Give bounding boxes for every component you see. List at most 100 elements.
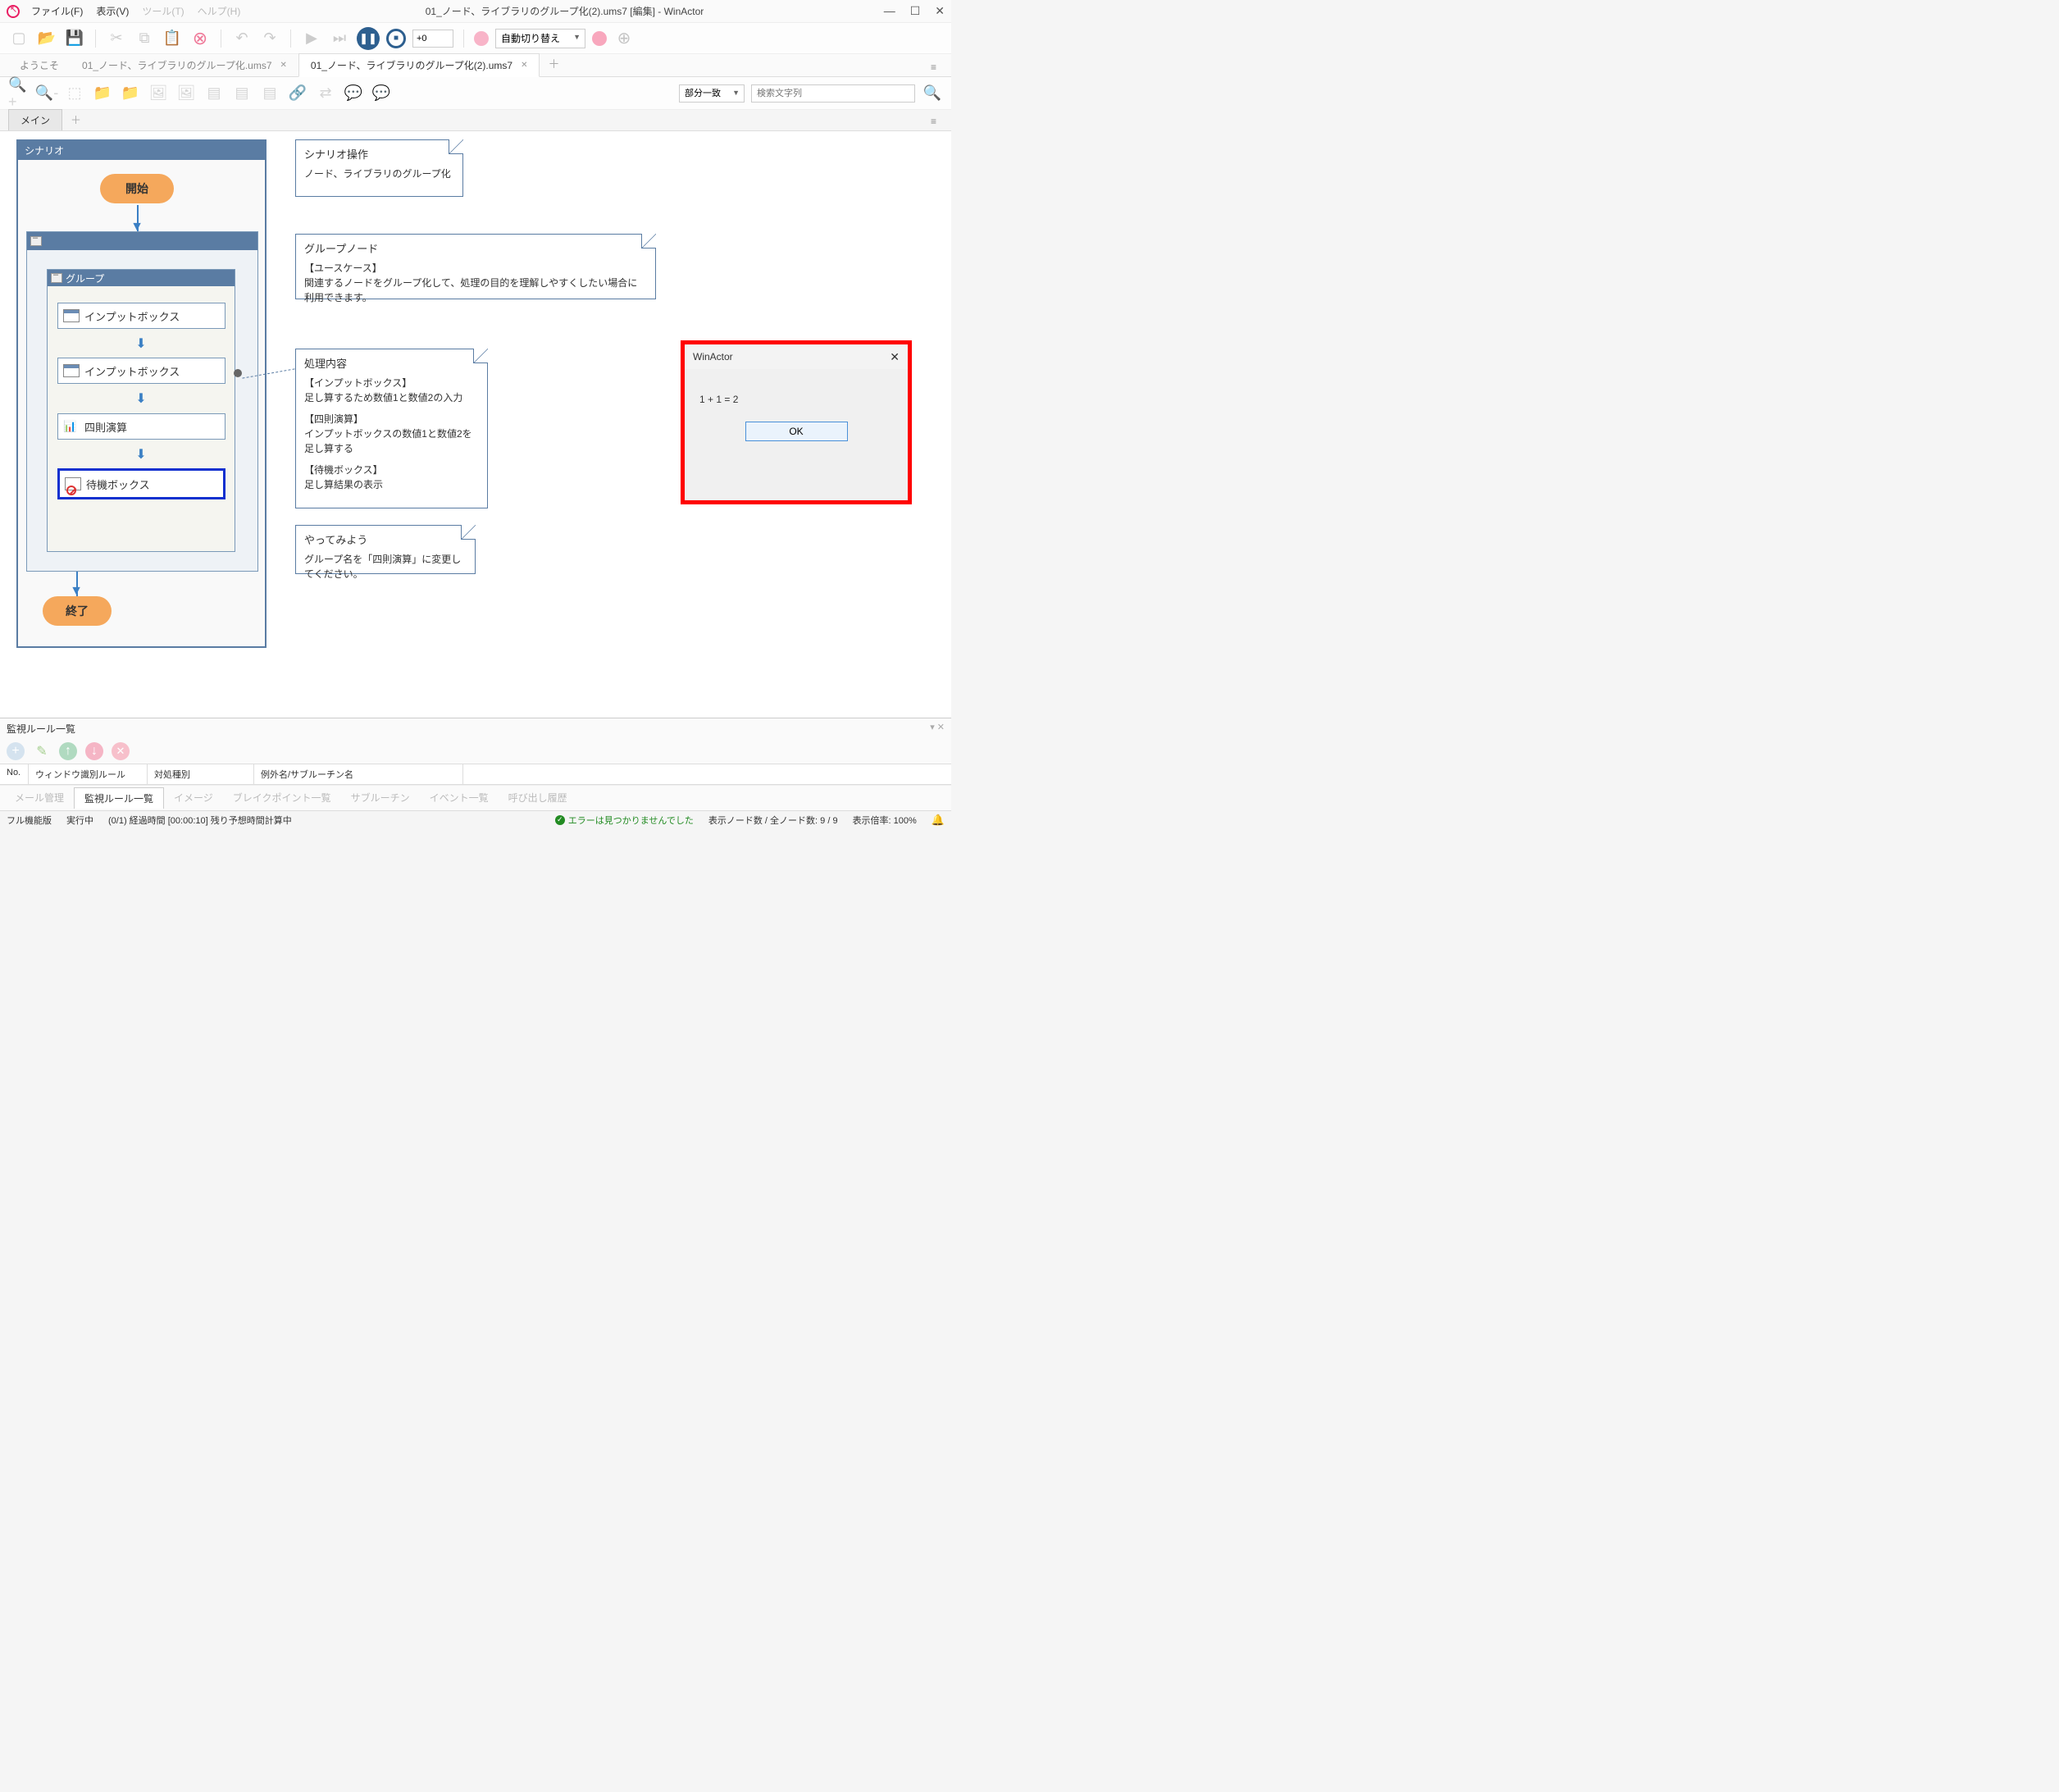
note-line: 【待機ボックス】 [304,463,479,477]
flowchart-canvas[interactable]: シナリオ 開始 ▼ グループ インプットボックス ⬇ インプットボックス ⬇ 📊… [0,131,951,718]
rule-table-header: No. ウィンドウ識別ルール 対処種別 例外名/サブルーチン名 [0,764,951,785]
arrow-down-icon: ⬇ [135,390,146,407]
record-dot-icon [474,31,489,46]
edit-toolbar: 🔍+ 🔍- ⬚ 📁 📁 🖼 🖼 ▤ ▤ ▤ 🔗 ⇄ 💬 💬 部分一致 🔍 [0,77,951,110]
minimize-button[interactable]: ― [884,4,895,18]
outer-group-box[interactable]: グループ インプットボックス ⬇ インプットボックス ⬇ 📊四則演算 ⬇ 待機ボ… [26,231,258,572]
folder-icon: 📁 [92,83,113,104]
main-tab[interactable]: メイン [8,109,62,130]
close-button[interactable]: ✕ [935,4,945,18]
tab-breakpoints[interactable]: ブレイクポイント一覧 [223,787,341,809]
maximize-button[interactable]: ☐ [910,4,921,18]
dialog-close-button[interactable]: ✕ [890,350,900,364]
dialog-title-text: WinActor [693,351,733,363]
start-node[interactable]: 開始 [100,174,174,203]
panel-controls[interactable]: ▾ ✕ [930,722,945,736]
tab-subroutine[interactable]: サブルーチン [341,787,420,809]
dialog-body: 1 + 1 = 2 OK [685,369,908,466]
doc-icon: ▤ [203,83,225,104]
status-progress: (0/1) 経過時間 [00:00:10] 残り予想時間計算中 [108,814,292,827]
col-action-type: 対処種別 [148,764,254,784]
maintabs-menu-icon[interactable]: ≡ [924,112,943,130]
file-tab-1[interactable]: 01_ノード、ライブラリのグループ化.ums7✕ [71,54,298,76]
image-icon: 🖼 [148,83,169,104]
outer-group-header[interactable] [27,232,257,250]
menu-bar: ファイル(F) 表示(V) ツール(T) ヘルプ(H) [26,2,245,20]
note-line: 足し算結果の表示 [304,477,479,492]
inner-group-box[interactable]: グループ インプットボックス ⬇ インプットボックス ⬇ 📊四則演算 ⬇ 待機ボ… [47,269,235,552]
note-body: ノード、ライブラリのグループ化 [304,166,454,181]
move-up-icon: ↑ [59,742,77,760]
note-title: 処理内容 [304,356,479,372]
node-inputbox-1[interactable]: インプットボックス [57,303,225,329]
new-icon: ▢ [8,28,30,49]
undo-icon: ↶ [231,28,253,49]
close-icon[interactable]: ✕ [280,61,287,70]
node-inputbox-2[interactable]: インプットボックス [57,358,225,384]
file-tab-welcome[interactable]: ようこそ [8,54,71,76]
note-title: やってみよう [304,532,467,549]
separator [95,30,96,48]
file-tab-2-active[interactable]: 01_ノード、ライブラリのグループ化(2).ums7✕ [298,53,540,77]
collapse-icon[interactable] [51,273,62,283]
node-icon [63,309,80,322]
note-try[interactable]: やってみよう グループ名を「四則演算」に変更してください。 [295,525,476,574]
cut-icon: ✂ [106,28,127,49]
tab-callstack[interactable]: 呼び出し履歴 [499,787,577,809]
node-arithmetic[interactable]: 📊四則演算 [57,413,225,440]
search-icon[interactable]: 🔍 [922,83,943,104]
end-node[interactable]: 終了 [43,596,112,626]
tab-watch-rules[interactable]: 監視ルール一覧 [74,787,164,809]
match-select[interactable]: 部分一致 [679,84,745,103]
note-line: 関連するノードをグループ化して、処理の目的を理解しやすくしたい場合に利用できます… [304,276,647,305]
zoom-in-icon: 🔍+ [8,83,30,104]
inner-group-header[interactable]: グループ [48,270,235,286]
speed-input[interactable] [412,30,453,48]
node-icon [63,364,80,377]
add-tab-button[interactable]: ＋ [540,52,567,76]
note-process[interactable]: 処理内容 【インプットボックス】 足し算するため数値1と数値2の入力 【四則演算… [295,349,488,508]
add-main-tab[interactable]: ＋ [62,108,89,130]
tab-mail[interactable]: メール管理 [5,787,74,809]
tab-image[interactable]: イメージ [164,787,223,809]
bell-icon[interactable]: 🔔 [932,814,945,827]
tabs-menu-icon[interactable]: ≡ [924,58,943,76]
panel-title: 監視ルール一覧 [7,722,75,736]
pause-button[interactable]: ❚❚ [357,27,380,50]
menu-view[interactable]: 表示(V) [91,2,134,20]
note-scenario-op[interactable]: シナリオ操作 ノード、ライブラリのグループ化 [295,139,463,197]
menu-file[interactable]: ファイル(F) [26,2,88,20]
separator [290,30,291,48]
note-title: グループノード [304,241,647,258]
arrow-down-icon: ⬇ [135,335,146,352]
search-input[interactable] [751,84,915,103]
cancel-icon[interactable]: ⊗ [189,28,211,49]
step-icon: ⏭ [329,28,350,49]
note-line: 【インプットボックス】 [304,376,479,390]
window-title: 01_ノード、ライブラリのグループ化(2).ums7 [編集] - WinAct… [245,4,883,18]
note-line: インプットボックスの数値1と数値2を足し算する [304,426,479,456]
add-rule-icon: + [7,742,25,760]
move-down-icon: ↓ [85,742,103,760]
connector-dot-icon [234,369,242,377]
close-icon[interactable]: ✕ [521,61,527,70]
panel-toolbar: + ✎ ↑ ↓ ✕ [0,739,951,764]
scenario-header: シナリオ [18,141,265,160]
ok-button[interactable]: OK [745,422,848,441]
titlebar: ファイル(F) 表示(V) ツール(T) ヘルプ(H) 01_ノード、ライブラリ… [0,0,951,23]
status-mode: フル機能版 [7,814,52,827]
collapse-icon[interactable] [30,236,42,246]
open-icon: 📂 [36,28,57,49]
stop-button[interactable]: ■ [386,29,406,48]
paste-icon: 📋 [162,28,183,49]
edit-rule-icon: ✎ [33,742,51,760]
globe-icon: ⊕ [613,28,635,49]
result-dialog: WinActor ✕ 1 + 1 = 2 OK [681,340,912,504]
status-bar: フル機能版 実行中 (0/1) 経過時間 [00:00:10] 残り予想時間計算… [0,810,951,828]
note-group-node[interactable]: グループノード 【ユースケース】 関連するノードをグループ化して、処理の目的を理… [295,234,656,299]
group-label: グループ [66,271,104,285]
node-label: 四則演算 [84,419,127,435]
tab-events[interactable]: イベント一覧 [420,787,499,809]
node-waitbox-active[interactable]: 待機ボックス [57,468,225,499]
mode-select[interactable]: 自動切り替え [495,29,585,48]
